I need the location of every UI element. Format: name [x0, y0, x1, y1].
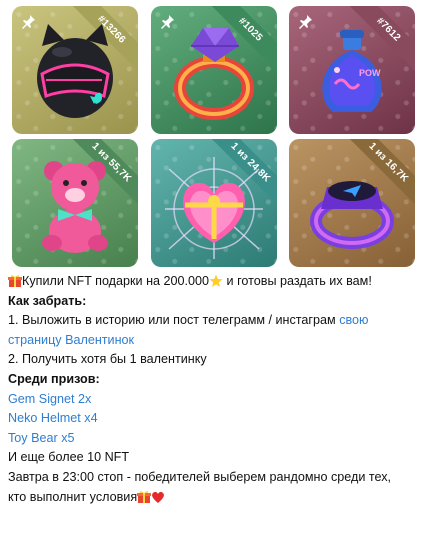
nft-gift-grid: #13266 #1025 #7612 POW 1 из 55,7K 1 из 2… — [0, 0, 428, 270]
gift-tile-neko-helmet[interactable]: #13266 — [12, 6, 138, 134]
gift-tile-heart-box[interactable]: 1 из 24,8K — [151, 139, 277, 267]
toy-bear-icon — [42, 161, 108, 253]
prize-toy-bear-link[interactable]: Toy Bear x5 — [8, 431, 75, 445]
how-to-title: Как забрать: — [8, 293, 87, 308]
gift-icon — [8, 275, 22, 287]
svg-text:POW: POW — [359, 68, 381, 78]
signet-ring-icon — [310, 181, 394, 249]
neko-helmet-icon — [37, 24, 113, 118]
step-1-text: 1. Выложить в историю или пост телеграмм… — [8, 313, 340, 328]
prize-neko-helmet-link[interactable]: Neko Helmet x4 — [8, 411, 98, 425]
intro-text-tail: и готовы раздать их вам! — [223, 274, 372, 288]
heart-icon — [152, 491, 165, 503]
gift-tile-signet-ring[interactable]: 1 из 16,7K — [289, 139, 415, 267]
footer-line-1: Завтра в 23:00 стоп - победителей выбере… — [8, 469, 392, 484]
heart-box-icon — [165, 157, 263, 259]
prize-gem-signet-link[interactable]: Gem Signet 2x — [8, 392, 91, 406]
gift-tile-toy-bear[interactable]: 1 из 55,7K — [12, 139, 138, 267]
footer-line-2: кто выполнит условия — [8, 489, 138, 504]
intro-text: Купили NFT подарки на 200.000 — [22, 274, 210, 288]
gem-ring-icon — [174, 28, 254, 120]
prize-more-text: И еще более 10 NFT — [8, 450, 130, 465]
valentine-page-link[interactable]: свою — [339, 313, 368, 327]
gift-tile-love-potion[interactable]: #7612 POW — [289, 6, 415, 134]
post-message: Купили NFT подарки на 200.000 и готовы р… — [8, 272, 422, 507]
love-potion-icon: POW — [322, 30, 382, 112]
gift-tile-gem-signet[interactable]: #1025 — [151, 6, 277, 134]
star-icon — [209, 274, 223, 287]
prizes-title: Среди призов: — [8, 371, 100, 386]
gift-icon — [137, 490, 152, 503]
valentine-page-link-cont[interactable]: страницу Валентинок — [8, 333, 134, 347]
step-2-text: 2. Получить хотя бы 1 валентинку — [8, 352, 207, 367]
